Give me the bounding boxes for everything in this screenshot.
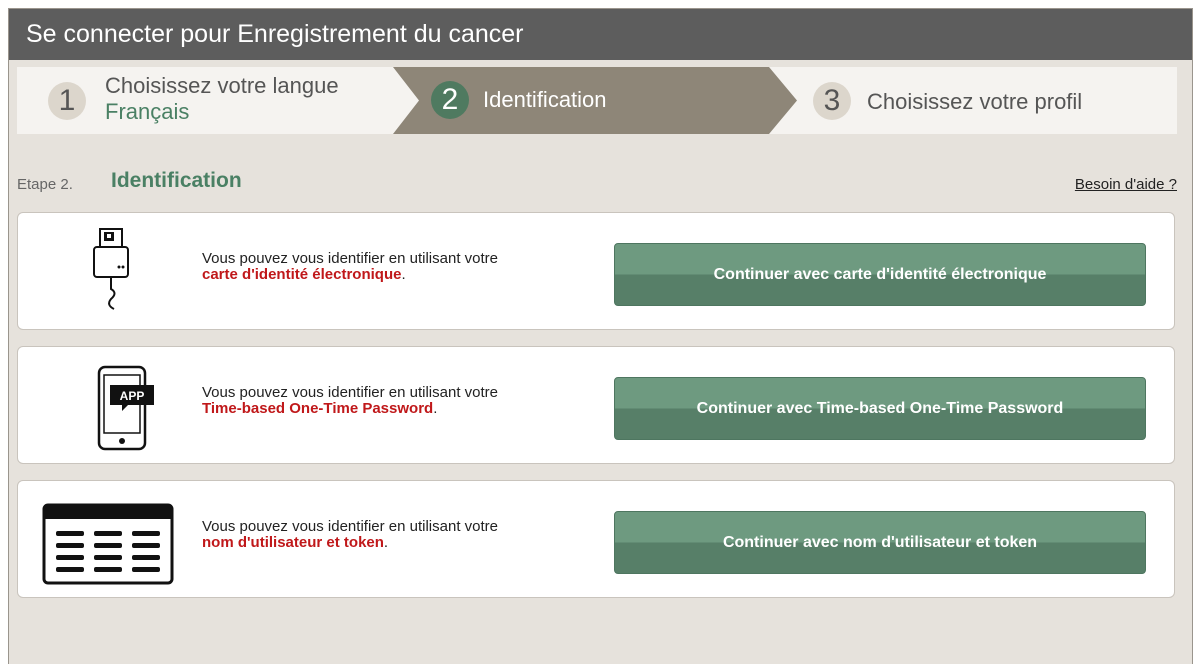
step-title: Identification xyxy=(483,87,607,112)
step-profile: 3 Choisissez votre profil xyxy=(797,67,1177,134)
step-title: Choisissez votre langue xyxy=(105,73,339,98)
continue-eid-button[interactable]: Continuer avec carte d'identité électron… xyxy=(614,243,1146,306)
app-label: APP xyxy=(120,389,145,403)
card-reader-icon xyxy=(38,221,188,321)
description-suffix: . xyxy=(401,266,406,283)
selected-language: Français xyxy=(105,99,190,124)
step-language[interactable]: 1 Choisissez votre langue Français xyxy=(17,67,417,134)
description-suffix: . xyxy=(433,400,438,417)
continue-token-button[interactable]: Continuer avec nom d'utilisateur et toke… xyxy=(614,511,1146,574)
step-title: Choisissez votre profil xyxy=(867,89,1083,114)
window-title: Se connecter pour Enregistrement du canc… xyxy=(9,9,1192,60)
phone-app-icon: APP xyxy=(38,355,188,455)
method-name: nom d'utilisateur et token xyxy=(202,534,384,551)
option-description: Vous pouvez vous identifier en utilisant… xyxy=(202,519,602,551)
option-username-token: Vous pouvez vous identifier en utilisant… xyxy=(17,480,1175,598)
option-description: Vous pouvez vous identifier en utilisant… xyxy=(202,251,602,283)
continue-totp-button[interactable]: Continuer avec Time-based One-Time Passw… xyxy=(614,377,1146,440)
step-label: Etape 2. xyxy=(17,176,73,193)
step-number: 2 xyxy=(431,81,469,119)
token-grid-icon xyxy=(38,489,188,589)
step-identification: 2 Identification xyxy=(393,67,797,134)
steps-bar: 1 Choisissez votre langue Français 2 Ide… xyxy=(17,67,1177,134)
section-heading: Etape 2. Identification Besoin d'aide ? xyxy=(17,168,1177,198)
description-text: Vous pouvez vous identifier en utilisant… xyxy=(202,250,499,267)
method-name: carte d'identité électronique xyxy=(202,266,402,283)
description-text: Vous pouvez vous identifier en utilisant… xyxy=(202,518,499,535)
method-name: Time-based One-Time Password xyxy=(202,400,434,417)
option-description: Vous pouvez vous identifier en utilisant… xyxy=(202,385,602,417)
step-number: 1 xyxy=(48,82,86,120)
help-link[interactable]: Besoin d'aide ? xyxy=(1075,176,1177,193)
option-eid-card: Vous pouvez vous identifier en utilisant… xyxy=(17,212,1175,330)
option-totp: APP Vous pouvez vous identifier en utili… xyxy=(17,346,1175,464)
description-text: Vous pouvez vous identifier en utilisant… xyxy=(202,384,499,401)
step-number: 3 xyxy=(813,82,851,120)
section-title: Identification xyxy=(111,169,242,192)
description-suffix: . xyxy=(383,534,389,551)
